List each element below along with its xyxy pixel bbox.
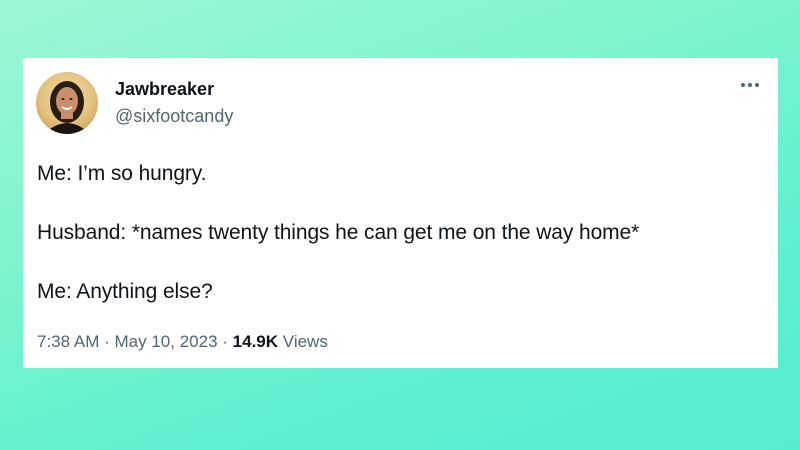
views-count: 14.9K [232, 332, 279, 351]
views-label: Views [282, 332, 328, 351]
more-horizontal-icon [741, 83, 759, 87]
meta-separator: · [104, 332, 110, 351]
more-options-button[interactable] [738, 78, 762, 92]
tweet-text-line: Me: Anything else? [37, 280, 213, 303]
tweet-text-line: Me: I’m so hungry. [37, 162, 207, 185]
author-display-name[interactable]: Jawbreaker [115, 79, 214, 100]
tweet-metadata: 7:38 AM · May 10, 2023 · 14.9K Views [37, 332, 328, 352]
tweet-card: Jawbreaker @sixfootcandy Me: I’m so hung… [23, 58, 778, 368]
author-avatar[interactable] [36, 72, 98, 134]
tweet-time[interactable]: 7:38 AM [37, 332, 99, 351]
tweet-date[interactable]: May 10, 2023 [115, 332, 218, 351]
author-handle[interactable]: @sixfootcandy [115, 106, 233, 127]
profile-photo-icon [36, 72, 98, 134]
meta-separator: · [222, 332, 228, 351]
tweet-text-line: Husband: *names twenty things he can get… [37, 221, 640, 244]
